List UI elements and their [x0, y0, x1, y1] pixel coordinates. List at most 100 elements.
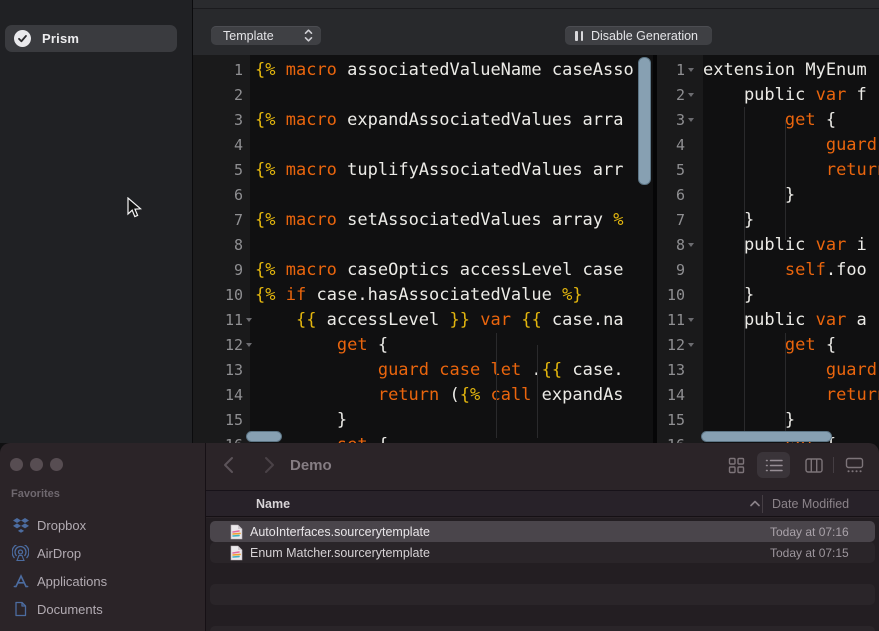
line-number: 9 [657, 261, 685, 279]
line-number: 1 [657, 61, 685, 79]
fold-chevron-icon[interactable] [688, 93, 694, 97]
code-line: 13 guard case let .{{ case. [193, 357, 653, 382]
code-line: 12 get { [193, 332, 653, 357]
templates-sidebar: Prism [0, 0, 193, 443]
line-number: 9 [193, 261, 243, 279]
template-dropdown-label: Template [223, 29, 274, 43]
close-window-button[interactable] [10, 458, 23, 471]
line-number: 11 [193, 311, 243, 329]
code-line: 14 return [657, 382, 879, 407]
fold-chevron-icon[interactable] [246, 318, 252, 322]
back-button[interactable] [220, 455, 240, 475]
code-line: 12 get { [657, 332, 879, 357]
code-line: 6 } [657, 182, 879, 207]
code-line: 10{% if case.hasAssociatedValue %} [193, 282, 653, 307]
line-number: 10 [193, 286, 243, 304]
clipped-title-strip: Stencil [193, 0, 879, 8]
vertical-scrollbar-thumb[interactable] [638, 57, 651, 185]
icon-view-button[interactable] [720, 452, 753, 478]
sidebar-item-airdrop[interactable]: AirDrop [4, 541, 200, 565]
sourcerytemplate-file-icon [230, 524, 243, 540]
fold-chevron-icon[interactable] [246, 343, 252, 347]
code-line: 4 [193, 132, 653, 157]
code-line: 3{% macro expandAssociatedValues arra [193, 107, 653, 132]
code-line: 15 } [657, 407, 879, 432]
forward-button[interactable] [258, 455, 278, 475]
line-number: 4 [657, 136, 685, 154]
list-view-button[interactable] [757, 452, 790, 478]
indent-guide [785, 120, 786, 240]
sidebar-item-label: AirDrop [37, 546, 81, 561]
screen: Prism Stencil Template Disable Generatio… [0, 0, 879, 631]
code-line: 2 public var f [657, 82, 879, 107]
line-number: 12 [657, 336, 685, 354]
column-header-date-modified[interactable]: Date Modified [772, 497, 849, 511]
line-number: 14 [193, 386, 243, 404]
code-line: 1{% macro associatedValueName caseAsso [193, 57, 653, 82]
line-number: 13 [193, 361, 243, 379]
file-name: Enum Matcher.sourcerytemplate [250, 546, 430, 560]
code-editor: 1{% macro associatedValueName caseAsso23… [193, 55, 879, 443]
file-date-modified: Today at 07:16 [770, 525, 849, 539]
code-line: 11 {{ accessLevel }} var {{ case.na [193, 307, 653, 332]
airdrop-icon [12, 545, 29, 562]
column-header-name[interactable]: Name [256, 497, 290, 511]
code-line: 1extension MyEnum [657, 57, 879, 82]
finder-content: Demo Name Date Modified [206, 443, 879, 631]
line-number: 8 [193, 236, 243, 254]
code-line: 7 } [657, 207, 879, 232]
zoom-window-button[interactable] [50, 458, 63, 471]
line-number: 3 [193, 111, 243, 129]
generated-code-pane[interactable]: 1extension MyEnum2 public var f3 get {4 … [657, 57, 879, 443]
indent-guide [744, 107, 745, 438]
clipped-label: Stencil [207, 0, 247, 3]
code-line: 5 return [657, 157, 879, 182]
empty-row-stripe [210, 584, 875, 605]
updown-chevron-icon [304, 29, 313, 42]
fold-chevron-icon[interactable] [688, 318, 694, 322]
code-line: 15 } [193, 407, 653, 432]
code-line: 14 return ({% call expandAs [193, 382, 653, 407]
line-number: 5 [657, 161, 685, 179]
documents-icon [12, 601, 29, 618]
gallery-view-button[interactable] [838, 452, 871, 478]
sidebar-item-label: Documents [37, 602, 103, 617]
file-row[interactable]: AutoInterfaces.sourcerytemplate Today at… [206, 521, 879, 542]
code-line: 6 [193, 182, 653, 207]
sidebar-item-applications[interactable]: Applications [4, 569, 200, 593]
minimize-window-button[interactable] [30, 458, 43, 471]
line-number: 4 [193, 136, 243, 154]
file-row[interactable]: Enum Matcher.sourcerytemplate Today at 0… [206, 542, 879, 563]
column-divider[interactable] [762, 495, 763, 513]
indent-guide [785, 333, 786, 438]
code-line: 11 public var a [657, 307, 879, 332]
sidebar-item-dropbox[interactable]: Dropbox [4, 513, 200, 537]
indent-guide [496, 333, 497, 438]
sort-ascending-icon [750, 500, 760, 507]
line-number: 3 [657, 111, 685, 129]
fold-chevron-icon[interactable] [688, 243, 694, 247]
fold-chevron-icon[interactable] [688, 118, 694, 122]
sidebar-item-documents[interactable]: Documents [4, 597, 200, 621]
favorites-section-label: Favorites [11, 488, 60, 500]
line-number: 12 [193, 336, 243, 354]
code-line: 13 guard [657, 357, 879, 382]
fold-chevron-icon[interactable] [688, 68, 694, 72]
dropbox-icon [12, 517, 29, 534]
code-line: 4 guard [657, 132, 879, 157]
code-line: 3 get { [657, 107, 879, 132]
line-number: 6 [657, 186, 685, 204]
template-item-prism[interactable]: Prism [5, 25, 177, 52]
disable-generation-button[interactable]: Disable Generation [565, 26, 712, 45]
column-view-button[interactable] [797, 452, 830, 478]
horizontal-scrollbar-thumb-right[interactable] [701, 431, 832, 442]
file-name: AutoInterfaces.sourcerytemplate [250, 525, 430, 539]
editor-toolbar: Template Disable Generation [193, 8, 879, 55]
template-code-pane[interactable]: 1{% macro associatedValueName caseAsso23… [193, 57, 653, 443]
template-dropdown[interactable]: Template [211, 26, 321, 45]
horizontal-scrollbar-thumb-left[interactable] [246, 431, 282, 442]
line-number: 11 [657, 311, 685, 329]
line-number: 15 [193, 411, 243, 429]
fold-chevron-icon[interactable] [688, 343, 694, 347]
window-title: Demo [290, 457, 332, 474]
